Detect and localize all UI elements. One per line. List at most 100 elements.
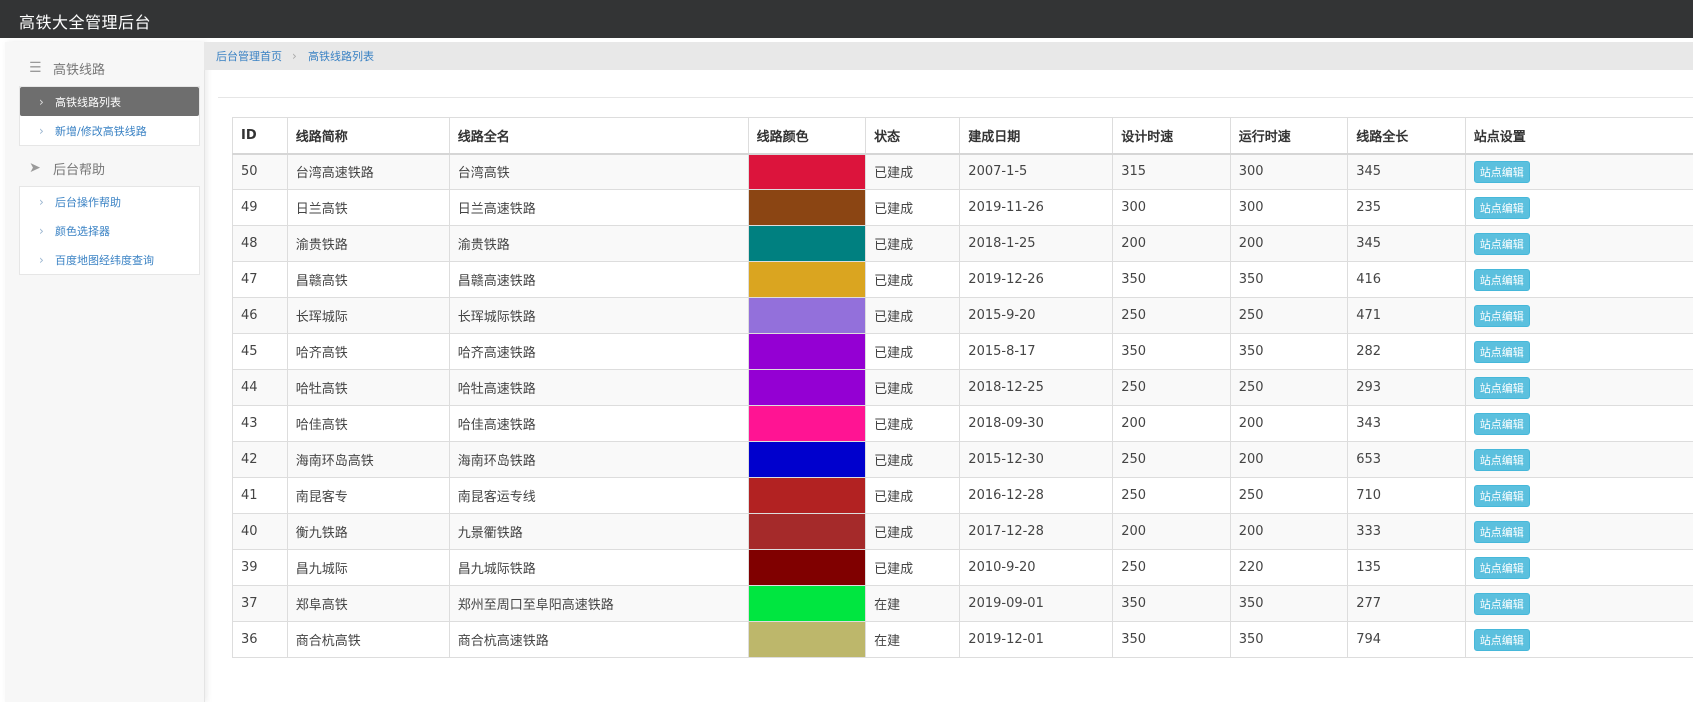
sidebar-item-color-picker[interactable]: › 颜色选择器 [20, 216, 199, 245]
sidebar-group-help[interactable]: ➤ 后台帮助 [5, 154, 205, 182]
top-bar: 高铁大全管理后台 [0, 0, 1693, 38]
design-speed-cell: 250 [1113, 478, 1231, 514]
station-settings-cell: 站点编辑 [1465, 442, 1693, 478]
station-settings-cell: 站点编辑 [1465, 226, 1693, 262]
line-short-name-cell: 衡九铁路 [287, 514, 449, 550]
station-edit-button[interactable]: 站点编辑 [1474, 557, 1530, 579]
station-settings-cell: 站点编辑 [1465, 478, 1693, 514]
chevron-right-icon: › [39, 224, 44, 238]
design-speed-cell: 200 [1113, 226, 1231, 262]
line-short-name-cell: 长珲城际 [287, 298, 449, 334]
divider [218, 97, 1693, 98]
table-row: 43哈佳高铁哈佳高速铁路已建成2018-09-30200200343站点编辑 [233, 406, 1693, 442]
column-header[interactable]: 线路颜色 [748, 118, 866, 154]
station-settings-cell: 站点编辑 [1465, 514, 1693, 550]
column-header[interactable]: ID [233, 118, 288, 154]
line-color-cell [748, 370, 866, 406]
station-edit-button[interactable]: 站点编辑 [1474, 629, 1530, 651]
run-speed-cell: 350 [1230, 262, 1348, 298]
run-speed-cell: 250 [1230, 298, 1348, 334]
line-color-cell [748, 622, 866, 658]
design-speed-cell: 300 [1113, 190, 1231, 226]
design-speed-cell: 350 [1113, 586, 1231, 622]
build-date-cell: 2018-1-25 [960, 226, 1113, 262]
line-short-name-cell: 哈佳高铁 [287, 406, 449, 442]
sidebar-group-rail-lines[interactable]: ☰ 高铁线路 [5, 54, 205, 82]
design-speed-cell: 200 [1113, 406, 1231, 442]
sidebar-item-add-edit-line[interactable]: › 新增/修改高铁线路 [20, 116, 199, 145]
station-settings-cell: 站点编辑 [1465, 406, 1693, 442]
station-edit-button[interactable]: 站点编辑 [1474, 485, 1530, 507]
station-edit-button[interactable]: 站点编辑 [1474, 269, 1530, 291]
sidebar-item-line-list[interactable]: › 高铁线路列表 [20, 87, 199, 116]
column-header[interactable]: 运行时速 [1230, 118, 1348, 154]
line-short-name-cell: 渝贵铁路 [287, 226, 449, 262]
line-full-name-cell: 昌九城际铁路 [449, 550, 748, 586]
run-speed-cell: 200 [1230, 406, 1348, 442]
breadcrumb-home-link[interactable]: 后台管理首页 [216, 48, 282, 64]
line-status-cell: 已建成 [866, 262, 960, 298]
line-status-cell: 已建成 [866, 154, 960, 190]
line-length-cell: 343 [1348, 406, 1466, 442]
breadcrumb-current[interactable]: 高铁线路列表 [308, 48, 374, 64]
sidebar-item-map-lookup[interactable]: › 百度地图经纬度查询 [20, 245, 199, 274]
line-status-cell: 已建成 [866, 190, 960, 226]
build-date-cell: 2010-9-20 [960, 550, 1113, 586]
line-short-name-cell: 南昆客专 [287, 478, 449, 514]
column-header[interactable]: 站点设置 [1465, 118, 1693, 154]
table-header-row: ID 线路简称 线路全名 线路颜色 状态 建成日期 设计时速 运行时速 线路全长… [233, 118, 1693, 154]
run-speed-cell: 200 [1230, 226, 1348, 262]
sidebar-item-label: 新增/修改高铁线路 [55, 123, 147, 139]
column-header[interactable]: 线路全名 [449, 118, 748, 154]
line-id-cell: 49 [233, 190, 288, 226]
column-header[interactable]: 线路简称 [287, 118, 449, 154]
line-id-cell: 37 [233, 586, 288, 622]
line-full-name-cell: 九景衢铁路 [449, 514, 748, 550]
line-length-cell: 345 [1348, 154, 1466, 190]
build-date-cell: 2015-8-17 [960, 334, 1113, 370]
line-short-name-cell: 日兰高铁 [287, 190, 449, 226]
column-header[interactable]: 线路全长 [1348, 118, 1466, 154]
column-header[interactable]: 建成日期 [960, 118, 1113, 154]
station-settings-cell: 站点编辑 [1465, 154, 1693, 190]
app-title: 高铁大全管理后台 [19, 9, 151, 33]
table-row: 44哈牡高铁哈牡高速铁路已建成2018-12-25250250293站点编辑 [233, 370, 1693, 406]
line-color-cell [748, 550, 866, 586]
station-edit-button[interactable]: 站点编辑 [1474, 449, 1530, 471]
table-row: 46长珲城际长珲城际铁路已建成2015-9-20250250471站点编辑 [233, 298, 1693, 334]
sidebar-item-label: 颜色选择器 [55, 223, 110, 239]
sidebar-menu-rail-lines: › 高铁线路列表 › 新增/修改高铁线路 [19, 86, 200, 146]
line-status-cell: 已建成 [866, 442, 960, 478]
run-speed-cell: 300 [1230, 190, 1348, 226]
line-id-cell: 46 [233, 298, 288, 334]
station-edit-button[interactable]: 站点编辑 [1474, 341, 1530, 363]
station-edit-button[interactable]: 站点编辑 [1474, 197, 1530, 219]
line-full-name-cell: 哈佳高速铁路 [449, 406, 748, 442]
line-status-cell: 在建 [866, 586, 960, 622]
column-header[interactable]: 设计时速 [1113, 118, 1231, 154]
line-color-cell [748, 514, 866, 550]
chevron-right-icon: › [39, 195, 44, 209]
line-length-cell: 653 [1348, 442, 1466, 478]
design-speed-cell: 250 [1113, 370, 1231, 406]
station-edit-button[interactable]: 站点编辑 [1474, 593, 1530, 615]
station-edit-button[interactable]: 站点编辑 [1474, 161, 1530, 183]
column-header[interactable]: 状态 [866, 118, 960, 154]
line-short-name-cell: 商合杭高铁 [287, 622, 449, 658]
sidebar-item-operation-help[interactable]: › 后台操作帮助 [20, 187, 199, 216]
line-short-name-cell: 昌赣高铁 [287, 262, 449, 298]
build-date-cell: 2015-12-30 [960, 442, 1113, 478]
run-speed-cell: 220 [1230, 550, 1348, 586]
station-edit-button[interactable]: 站点编辑 [1474, 521, 1530, 543]
station-edit-button[interactable]: 站点编辑 [1474, 233, 1530, 255]
station-edit-button[interactable]: 站点编辑 [1474, 413, 1530, 435]
line-color-cell [748, 298, 866, 334]
line-color-cell [748, 586, 866, 622]
line-length-cell: 345 [1348, 226, 1466, 262]
line-length-cell: 135 [1348, 550, 1466, 586]
station-edit-button[interactable]: 站点编辑 [1474, 305, 1530, 327]
line-color-cell [748, 478, 866, 514]
run-speed-cell: 200 [1230, 514, 1348, 550]
main-content: 后台管理首页 › 高铁线路列表 ID 线路简称 线路全名 线路颜色 状态 建成日… [204, 42, 1693, 687]
station-edit-button[interactable]: 站点编辑 [1474, 377, 1530, 399]
